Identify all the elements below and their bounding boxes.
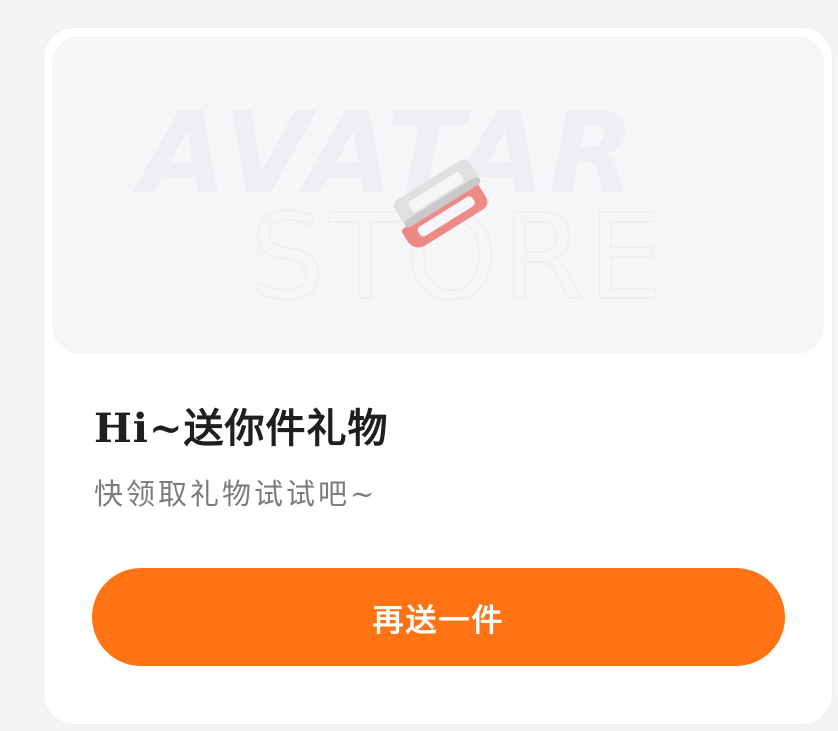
gift-card: AVATAR STORE Hi~送你件礼物 快领取礼物试试吧~ 再送一件 <box>44 28 832 724</box>
send-again-button[interactable]: 再送一件 <box>92 568 785 666</box>
hair-clip-icon <box>393 159 488 248</box>
gift-banner: AVATAR STORE <box>52 36 824 354</box>
gift-title: Hi~送你件礼物 <box>94 405 389 452</box>
gift-subtitle: 快领取礼物试试吧~ <box>94 477 378 511</box>
